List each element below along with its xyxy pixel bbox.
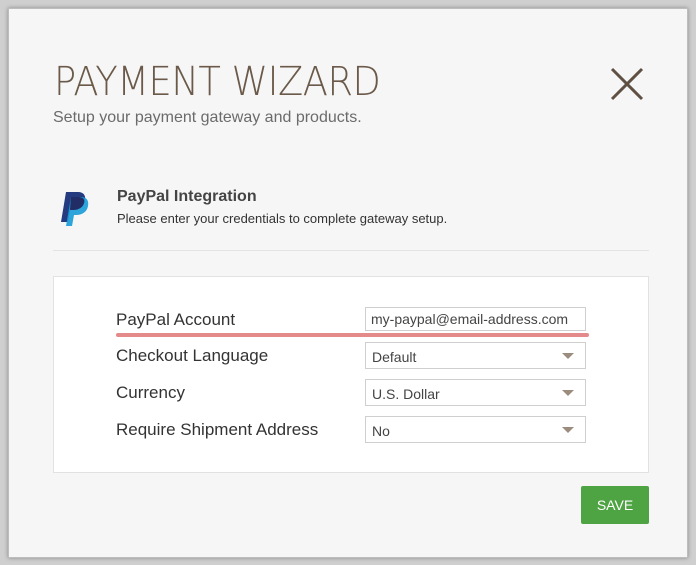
chevron-down-icon (562, 353, 574, 359)
checkout-language-select[interactable]: Default (365, 342, 586, 369)
require-shipment-value: No (372, 423, 390, 439)
require-shipment-select[interactable]: No (365, 416, 586, 443)
dialog-subtitle: Setup your payment gateway and products. (53, 109, 362, 126)
chevron-down-icon (562, 427, 574, 433)
paypal-account-label: PayPal Account (116, 310, 236, 329)
highlight-underline (116, 333, 589, 337)
paypal-logo-icon (61, 192, 89, 226)
save-button[interactable]: SAVE (581, 486, 649, 524)
currency-label: Currency (116, 383, 185, 402)
dialog-title: PAYMENT WIZARD (54, 59, 381, 105)
checkout-language-label: Checkout Language (116, 346, 269, 365)
currency-select[interactable]: U.S. Dollar (365, 379, 586, 406)
close-button[interactable] (607, 64, 647, 104)
close-icon (610, 67, 644, 101)
checkout-language-value: Default (372, 349, 417, 365)
chevron-down-icon (562, 390, 574, 396)
currency-value: U.S. Dollar (372, 386, 440, 402)
payment-wizard-dialog: PAYMENT WIZARD Setup your payment gatewa… (8, 8, 688, 558)
require-shipment-label: Require Shipment Address (116, 420, 319, 439)
paypal-account-input[interactable]: my-paypal@email-address.com (365, 307, 586, 331)
integration-title: PayPal Integration (117, 188, 257, 205)
integration-description: Please enter your credentials to complet… (117, 211, 448, 226)
integration-header: PayPal Integration Please enter your cre… (53, 181, 649, 251)
settings-form: PayPal Account my-paypal@email-address.c… (53, 276, 649, 473)
